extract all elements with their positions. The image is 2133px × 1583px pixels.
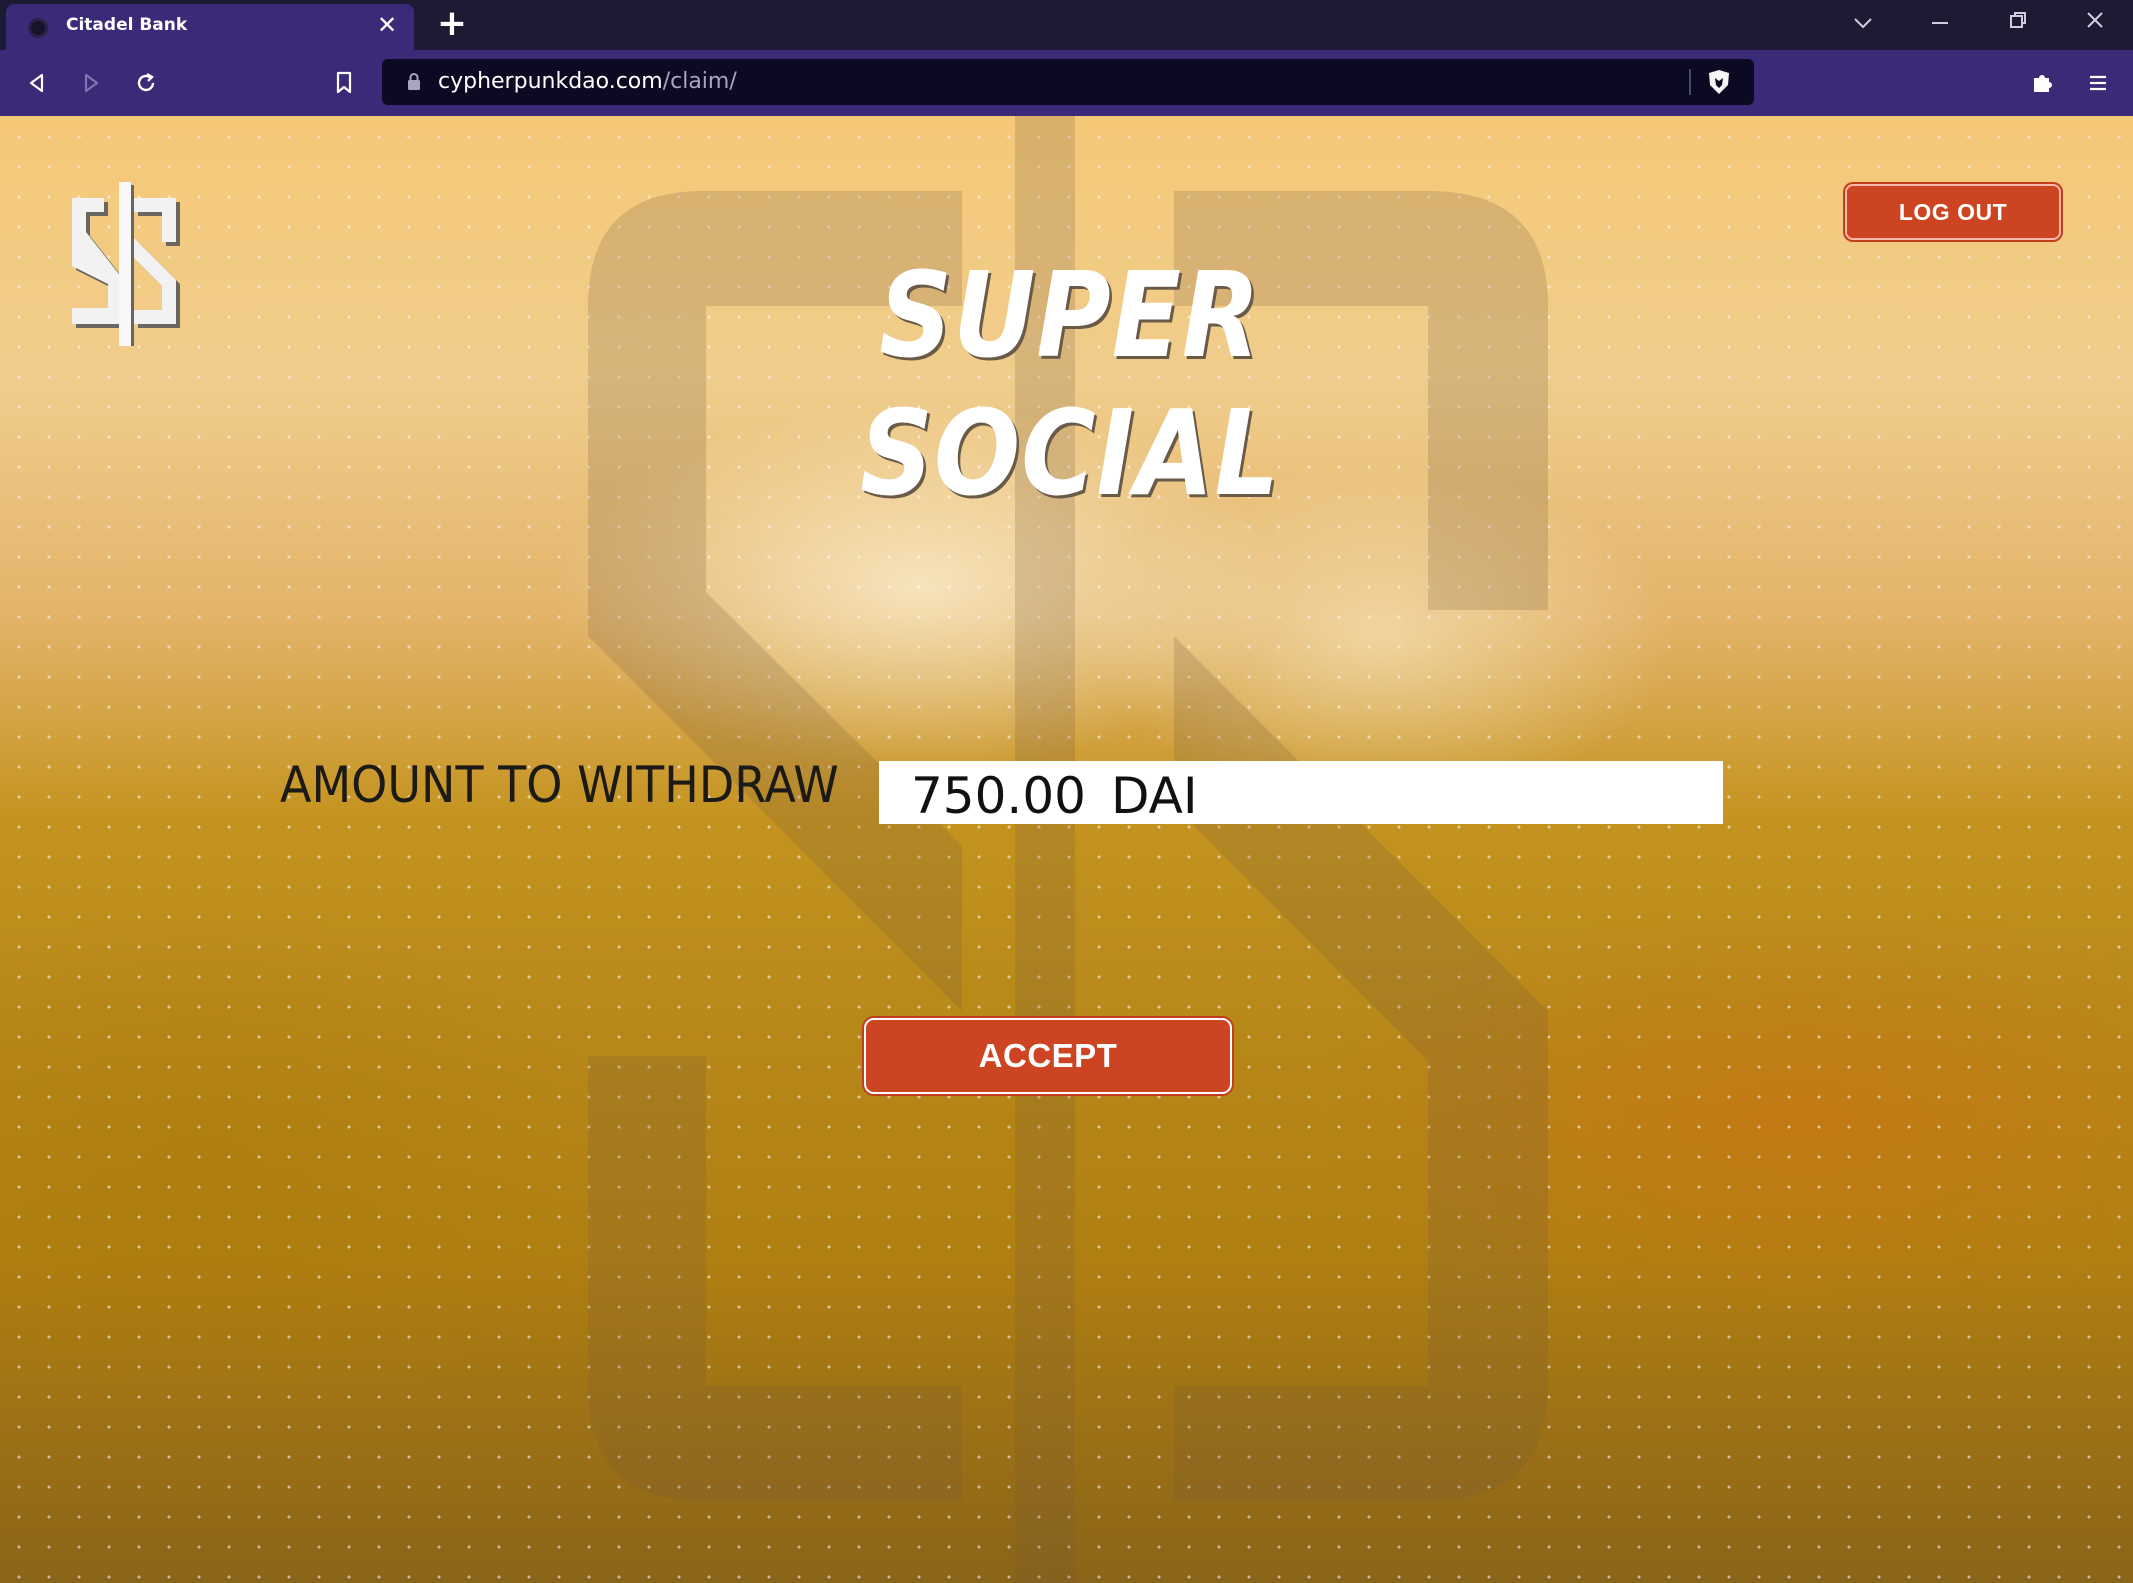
url-divider <box>1689 69 1691 95</box>
browser-toolbar: cypherpunkdao.com/claim/ <box>0 50 2133 116</box>
tab-list-chevron-down-icon[interactable] <box>1843 8 1883 40</box>
forward-icon <box>84 73 99 93</box>
amount-input[interactable]: 750.00 DAI <box>879 761 1723 825</box>
bookmark-button[interactable] <box>325 64 363 102</box>
amount-value: 750.00 <box>911 767 1086 825</box>
amount-label: AMOUNT TO WITHDRAW <box>280 756 839 814</box>
url-text: cypherpunkdao.com/claim/ <box>438 69 737 94</box>
browser-tab-bar: Citadel Bank ✕ + <box>0 0 2133 50</box>
tab-title: Citadel Bank <box>66 15 188 35</box>
browser-tab[interactable]: Citadel Bank ✕ <box>6 4 414 50</box>
tab-close-icon[interactable]: ✕ <box>374 12 400 38</box>
address-bar[interactable]: cypherpunkdao.com/claim/ <box>382 59 1754 105</box>
citadel-favicon-icon <box>28 18 48 38</box>
logout-button[interactable]: LOG OUT <box>1845 184 2061 240</box>
super-social-dollar-logo-icon <box>72 182 180 346</box>
reload-icon <box>137 72 155 92</box>
puzzle-icon <box>2034 75 2052 92</box>
claim-page: LOG OUT SUPER SOCIAL AMOUNT TO WITHDRAW … <box>0 116 2133 1583</box>
new-tab-button[interactable]: + <box>434 6 470 42</box>
minimize-icon[interactable] <box>1920 8 1960 40</box>
page-title: SUPER SOCIAL <box>860 246 1280 522</box>
url-domain: cypherpunkdao.com <box>438 69 663 94</box>
url-path: /claim/ <box>662 69 737 94</box>
reload-button[interactable] <box>127 64 165 102</box>
restore-icon[interactable] <box>1998 8 2038 40</box>
extensions-button[interactable] <box>2024 64 2062 102</box>
menu-button[interactable] <box>2079 64 2117 102</box>
bookmark-icon <box>336 71 352 94</box>
menu-icon <box>2090 75 2106 91</box>
close-window-icon[interactable] <box>2075 8 2115 40</box>
forward-button[interactable] <box>72 64 110 102</box>
lock-icon <box>408 73 420 90</box>
back-icon <box>29 73 44 93</box>
accept-button[interactable]: ACCEPT <box>864 1018 1232 1094</box>
back-button[interactable] <box>18 64 56 102</box>
brave-shield-icon[interactable] <box>1706 68 1732 96</box>
amount-unit: DAI <box>1111 767 1198 825</box>
